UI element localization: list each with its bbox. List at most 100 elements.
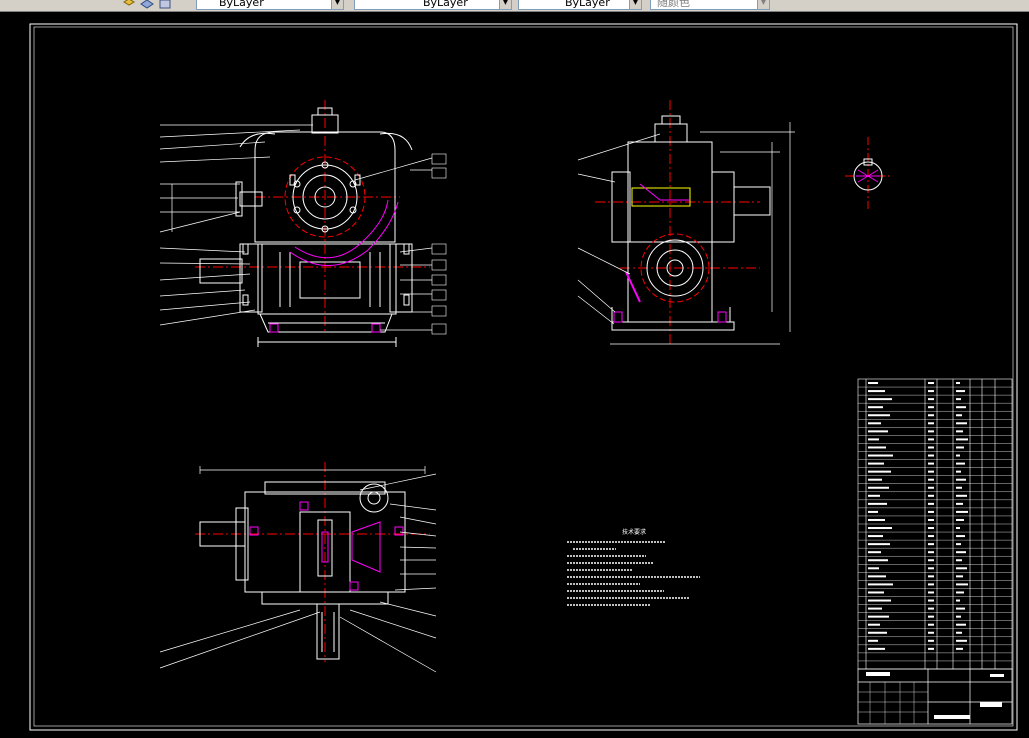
parts-list-cell-mark xyxy=(956,502,963,505)
parts-list-cell-mark xyxy=(928,535,934,538)
parts-list-cell-mark xyxy=(956,494,967,497)
parts-list-cell-mark xyxy=(868,398,892,401)
parts-list-cell-mark xyxy=(956,462,965,465)
parts-list-cell-mark xyxy=(928,494,934,497)
parts-list-cell-mark xyxy=(928,527,934,530)
layer-previous-icon[interactable] xyxy=(140,0,154,10)
parts-list-cell-mark xyxy=(928,607,934,610)
parts-list-cell-mark xyxy=(928,478,934,481)
parts-list-cell-mark xyxy=(956,599,960,602)
parts-list-cell-mark xyxy=(928,575,934,578)
parts-list-cell-mark xyxy=(868,559,888,562)
parts-list-cell-mark xyxy=(868,518,885,521)
parts-list-cell-mark xyxy=(868,631,887,634)
parts-list-cell-mark xyxy=(868,438,879,441)
parts-list-cell-mark xyxy=(868,591,884,594)
parts-list-cell-mark xyxy=(868,382,878,385)
parts-list-cell-mark xyxy=(956,454,960,457)
properties-toolbar: ByLayer ▼ ByLayer ▼ ByLayer ▼ 随颜色 ▼ xyxy=(0,0,1029,12)
parts-list-cell-mark xyxy=(868,502,887,505)
parts-list-cell-mark xyxy=(928,502,934,505)
drawing-viewport[interactable]: 技术要求 xyxy=(0,12,1029,738)
parts-list-cell-mark xyxy=(868,510,878,513)
parts-list-cell-mark xyxy=(868,422,881,425)
parts-list-cell-mark xyxy=(868,494,880,497)
parts-list-cell-mark xyxy=(928,543,934,546)
layer-state-icon[interactable] xyxy=(122,0,136,10)
parts-list-cell-mark xyxy=(868,446,886,449)
plotstyle-control-value: 随颜色 xyxy=(657,0,690,9)
parts-list-cell-mark xyxy=(956,647,963,650)
parts-list-cell-mark xyxy=(956,438,968,441)
front-view xyxy=(159,100,447,347)
parts-list-cell-mark xyxy=(868,430,888,433)
parts-list-cell-mark xyxy=(956,607,965,610)
parts-list-cell-mark xyxy=(868,535,883,538)
plotstyle-control-dropdown[interactable]: 随颜色 ▼ xyxy=(650,0,770,10)
chevron-down-icon[interactable]: ▼ xyxy=(757,0,769,9)
parts-list-cell-mark xyxy=(868,543,890,546)
parts-list-cell-mark xyxy=(868,470,891,473)
parts-list-cell-mark xyxy=(956,559,962,562)
parts-list-cell-mark xyxy=(928,470,934,473)
parts-list-cell-mark xyxy=(956,551,966,554)
parts-list-cell-mark xyxy=(928,406,934,409)
parts-list-cell-mark xyxy=(928,438,934,441)
linetype-control-value: ByLayer xyxy=(423,0,468,9)
parts-list-cell-mark xyxy=(868,551,881,554)
color-control-value: ByLayer xyxy=(219,0,264,9)
parts-list-cell-mark xyxy=(928,639,934,642)
parts-list-cell-mark xyxy=(956,422,967,425)
parts-list-cell-mark xyxy=(868,527,892,530)
side-view xyxy=(577,100,795,347)
parts-list-cell-mark xyxy=(956,623,966,626)
parts-list-cell-mark xyxy=(928,422,934,425)
parts-list-cell-mark xyxy=(928,398,934,401)
detail-section xyxy=(845,137,892,212)
parts-list-cell-mark xyxy=(928,510,934,513)
parts-list-cell-mark xyxy=(956,518,964,521)
parts-list-cell-mark xyxy=(868,639,878,642)
parts-list-cell-mark xyxy=(928,446,934,449)
parts-list-cell-mark xyxy=(956,398,961,401)
parts-list-cell-mark xyxy=(956,535,965,538)
technical-requirements: 技术要求 xyxy=(567,528,700,606)
parts-list-cell-mark xyxy=(868,567,879,570)
parts-list-cell-mark xyxy=(928,454,934,457)
parts-list-cell-mark xyxy=(928,599,934,602)
parts-list-cell-mark xyxy=(868,390,885,393)
chevron-down-icon[interactable]: ▼ xyxy=(331,0,343,9)
layer-stack-icon[interactable] xyxy=(158,0,172,10)
color-control-dropdown[interactable]: ByLayer ▼ xyxy=(196,0,344,10)
parts-list-cell-mark xyxy=(956,543,961,546)
top-view xyxy=(159,462,437,673)
parts-list-cell-mark xyxy=(956,583,968,586)
parts-list-cell-mark xyxy=(956,639,967,642)
parts-list-cell-mark xyxy=(928,382,934,385)
parts-list-cell-mark xyxy=(928,623,934,626)
parts-list-cell-mark xyxy=(928,615,934,618)
parts-list-cell-mark xyxy=(868,486,889,489)
chevron-down-icon[interactable]: ▼ xyxy=(499,0,511,9)
parts-list-cell-mark xyxy=(956,591,964,594)
parts-list-rows xyxy=(858,382,1012,662)
parts-list-cell-mark xyxy=(928,518,934,521)
parts-list-cell-mark xyxy=(928,567,934,570)
parts-list-cell-mark xyxy=(928,647,934,650)
parts-list-cell-mark xyxy=(868,607,882,610)
parts-list-cell-mark xyxy=(956,470,961,473)
linetype-control-dropdown[interactable]: ByLayer ▼ xyxy=(354,0,512,10)
parts-list-cell-mark xyxy=(956,414,962,417)
parts-list-cell-mark xyxy=(928,591,934,594)
parts-list-cell-mark xyxy=(956,486,962,489)
parts-list-cell-mark xyxy=(956,430,963,433)
parts-list-cell-mark xyxy=(956,527,960,530)
parts-list-cell-mark xyxy=(868,406,883,409)
parts-list-cell-mark xyxy=(868,454,893,457)
chevron-down-icon[interactable]: ▼ xyxy=(629,0,641,9)
parts-list-cell-mark xyxy=(868,414,890,417)
parts-list-cell-mark xyxy=(956,406,966,409)
lineweight-control-dropdown[interactable]: ByLayer ▼ xyxy=(518,0,642,10)
parts-list-cell-mark xyxy=(928,559,934,562)
parts-list-cell-mark xyxy=(928,486,934,489)
